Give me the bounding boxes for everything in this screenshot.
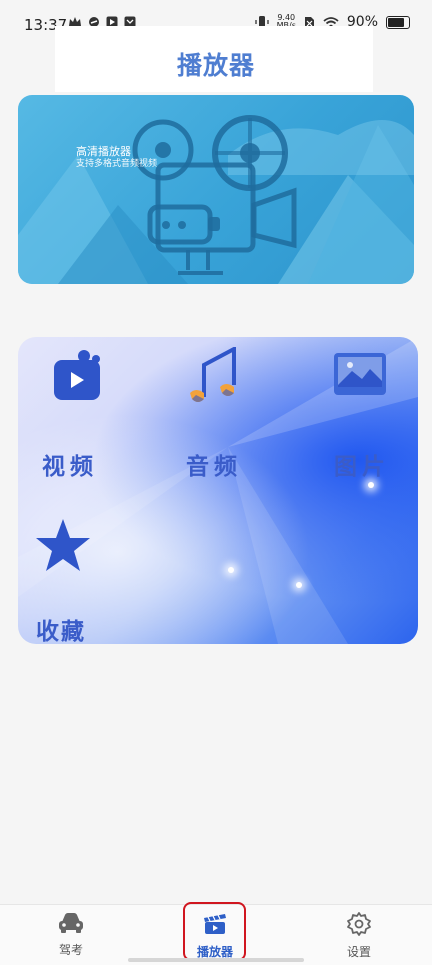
image-icon [334, 353, 386, 395]
banner[interactable]: 高清播放器 支持多格式音频视频 [18, 95, 414, 284]
media-panel: 视频 音频 图片 收藏 [18, 337, 418, 644]
tab-driving-test-label: 驾考 [58, 943, 83, 957]
gear-icon [347, 912, 371, 936]
video-tile[interactable]: 视频 [36, 347, 126, 482]
sparkle [368, 482, 374, 488]
audio-tile[interactable]: 音频 [178, 347, 268, 482]
page-title: 播放器 [176, 51, 255, 80]
star-icon [36, 519, 90, 571]
video-label: 视频 [42, 454, 98, 480]
battery-icon [386, 15, 410, 29]
tab-settings[interactable]: 设置 [309, 905, 409, 965]
tab-settings-label: 设置 [346, 945, 371, 959]
sparkle [228, 567, 234, 573]
music-note-icon [190, 347, 236, 402]
image-label: 图片 [334, 454, 390, 480]
video-icon [54, 350, 100, 400]
favorites-tile[interactable]: 收藏 [32, 517, 122, 644]
audio-label: 音频 [186, 454, 242, 480]
selection-highlight [183, 902, 246, 961]
image-tile[interactable]: 图片 [328, 347, 418, 482]
sparkle [296, 582, 302, 588]
home-indicator[interactable] [128, 958, 304, 962]
favorites-label: 收藏 [36, 619, 86, 644]
banner-illustration [18, 115, 414, 284]
car-icon [59, 913, 83, 933]
banner-subtitle: 支持多格式音频视频 [76, 159, 158, 169]
tab-driving-test[interactable]: 驾考 [21, 905, 121, 965]
